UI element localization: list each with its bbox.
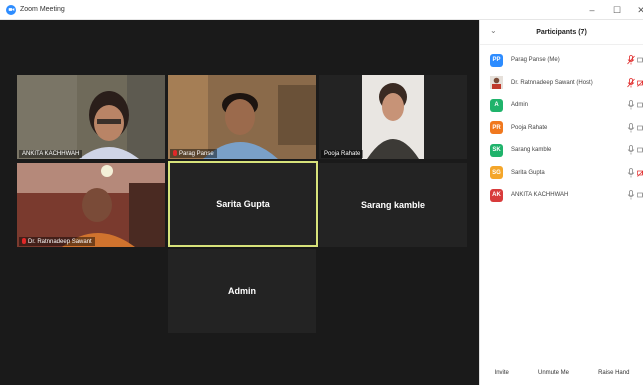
tile-name-label: ANKITA KACHHWAH <box>19 150 83 158</box>
window-title: Zoom Meeting <box>20 6 65 13</box>
title-bar: Zoom Meeting – ☐ ✕ <box>0 0 643 20</box>
mic-muted-icon <box>173 150 177 156</box>
avatar: PP <box>490 53 503 67</box>
mic-icon[interactable] <box>627 167 635 178</box>
tile-name: Admin <box>228 286 256 296</box>
video-camera-icon[interactable] <box>637 145 643 155</box>
participant-name: Pooja Rahate <box>511 124 548 131</box>
tile-name-label: Parag Panse <box>170 149 217 158</box>
tile-name: Sarang kamble <box>360 200 426 210</box>
mic-icon[interactable] <box>627 145 635 155</box>
participant-name: ANKITA KACHHWAH <box>511 192 569 199</box>
mic-muted-icon[interactable] <box>627 55 635 65</box>
avatar <box>490 76 503 90</box>
participant-name: Sarang kamble <box>511 147 552 154</box>
raise-hand-button[interactable]: Raise Hand <box>594 367 633 379</box>
tile-name: Sarita Gupta <box>216 199 270 209</box>
mic-icon[interactable] <box>627 100 635 110</box>
video-tile-admin[interactable]: Admin <box>168 249 316 333</box>
video-camera-icon[interactable] <box>637 55 643 65</box>
participant-row[interactable]: Dr. Ratnnadeep Sawant (Host) <box>480 72 643 95</box>
mic-muted-icon[interactable] <box>627 77 635 88</box>
participant-row[interactable]: PR Pooja Rahate <box>480 117 643 140</box>
maximize-button[interactable]: ☐ <box>609 3 625 17</box>
video-tile-pooja[interactable]: Pooja Rahate <box>319 75 467 159</box>
video-off-icon[interactable] <box>637 168 643 178</box>
avatar: SG <box>490 166 503 180</box>
participant-row[interactable]: SK Sarang kamble <box>480 139 643 162</box>
host-photo-icon <box>490 76 503 90</box>
participants-list: PP Parag Panse (Me) Dr. Ratnnadeep Sawan… <box>480 45 643 207</box>
video-gallery: ANKITA KACHHWAH Parag Panse Pooja Rahate <box>0 20 479 385</box>
participant-video <box>319 75 467 159</box>
participant-name: Sarita Gupta <box>511 169 545 176</box>
participant-video <box>168 75 316 159</box>
participants-title: Participants (7) <box>536 28 587 36</box>
chevron-down-icon[interactable]: ⌄ <box>490 26 497 35</box>
participants-panel: ⌄ Participants (7) PP Parag Panse (Me) D… <box>479 20 643 385</box>
mic-icon[interactable] <box>627 190 635 200</box>
mic-icon[interactable] <box>627 122 635 133</box>
tile-name-label: Dr. Ratnnadeep Sawant <box>19 237 95 246</box>
participants-header: ⌄ Participants (7) <box>480 20 643 45</box>
zoom-logo-icon <box>6 4 16 15</box>
video-camera-icon[interactable] <box>637 123 643 133</box>
avatar: PR <box>490 121 503 135</box>
participant-row[interactable]: A Admin <box>480 94 643 117</box>
participant-name: Admin <box>511 102 529 109</box>
participant-row[interactable]: PP Parag Panse (Me) <box>480 49 643 72</box>
video-tile-sarita[interactable]: Sarita Gupta <box>168 161 318 247</box>
avatar: AK <box>490 188 503 202</box>
participant-video <box>17 163 165 247</box>
participant-name: Parag Panse (Me) <box>511 57 560 64</box>
video-tile-ratnnadeep[interactable]: Dr. Ratnnadeep Sawant <box>17 163 165 247</box>
video-camera-icon[interactable] <box>637 190 643 200</box>
video-tile-sarang[interactable]: Sarang kamble <box>319 163 467 247</box>
invite-button[interactable]: Invite <box>491 367 513 379</box>
avatar: SK <box>490 143 503 157</box>
video-tile-parag[interactable]: Parag Panse <box>168 75 316 159</box>
participant-row[interactable]: AK ANKITA KACHHWAH <box>480 184 643 207</box>
minimize-button[interactable]: – <box>584 3 600 17</box>
tile-name-label: Pooja Rahate <box>321 150 364 158</box>
avatar: A <box>490 98 503 112</box>
participant-name: Dr. Ratnnadeep Sawant (Host) <box>511 79 593 86</box>
unmute-me-button[interactable]: Unmute Me <box>534 367 573 379</box>
close-button[interactable]: ✕ <box>633 3 643 17</box>
participant-row[interactable]: SG Sarita Gupta <box>480 162 643 185</box>
video-off-icon[interactable] <box>637 78 643 88</box>
participants-footer: Invite Unmute Me Raise Hand <box>480 367 643 379</box>
video-tile-ankita[interactable]: ANKITA KACHHWAH <box>17 75 165 159</box>
video-camera-icon[interactable] <box>637 100 643 110</box>
participant-video <box>17 75 165 159</box>
mic-muted-icon <box>22 238 26 244</box>
